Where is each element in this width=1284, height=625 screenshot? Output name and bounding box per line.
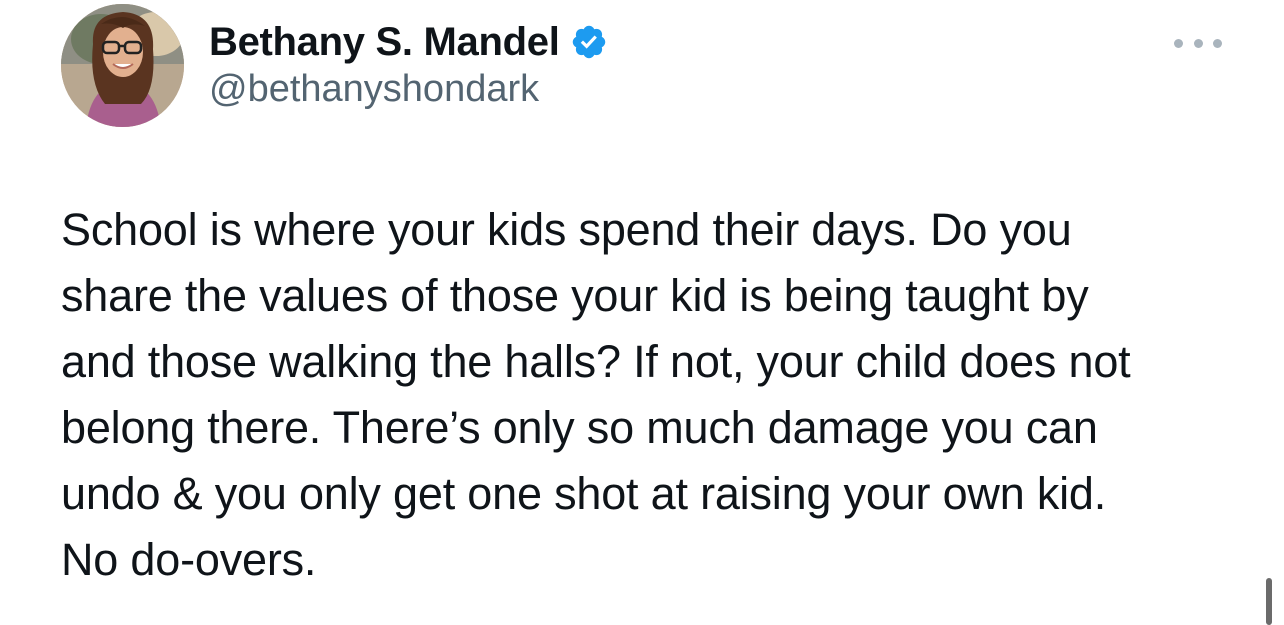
more-options-icon[interactable] (1174, 30, 1222, 56)
author-display-name[interactable]: Bethany S. Mandel (209, 20, 560, 65)
tweet-card: Bethany S. Mandel @bethanyshondark Schoo… (0, 0, 1284, 625)
more-dot (1193, 38, 1203, 48)
author-name-row: Bethany S. Mandel (209, 14, 608, 70)
tweet-text-line: belong there. There’s only so much damag… (61, 402, 1098, 453)
avatar-photo-icon (61, 4, 184, 127)
more-dot (1213, 38, 1222, 48)
tweet-text-line: share the values of those your kid is be… (61, 270, 1089, 321)
more-dot (1174, 38, 1183, 48)
author-handle[interactable]: @bethanyshondark (209, 68, 539, 111)
tweet-text-line: School is where your kids spend their da… (61, 204, 1072, 255)
tweet-text-line: No do-overs. (61, 534, 317, 585)
verified-badge-icon[interactable] (570, 23, 608, 61)
scrollbar-thumb[interactable] (1266, 578, 1272, 625)
tweet-text-line: undo & you only get one shot at raising … (61, 468, 1107, 519)
tweet-text: School is where your kids spend their da… (61, 197, 1241, 593)
author-avatar[interactable] (61, 4, 184, 127)
tweet-text-line: and those walking the halls? If not, you… (61, 336, 1131, 387)
